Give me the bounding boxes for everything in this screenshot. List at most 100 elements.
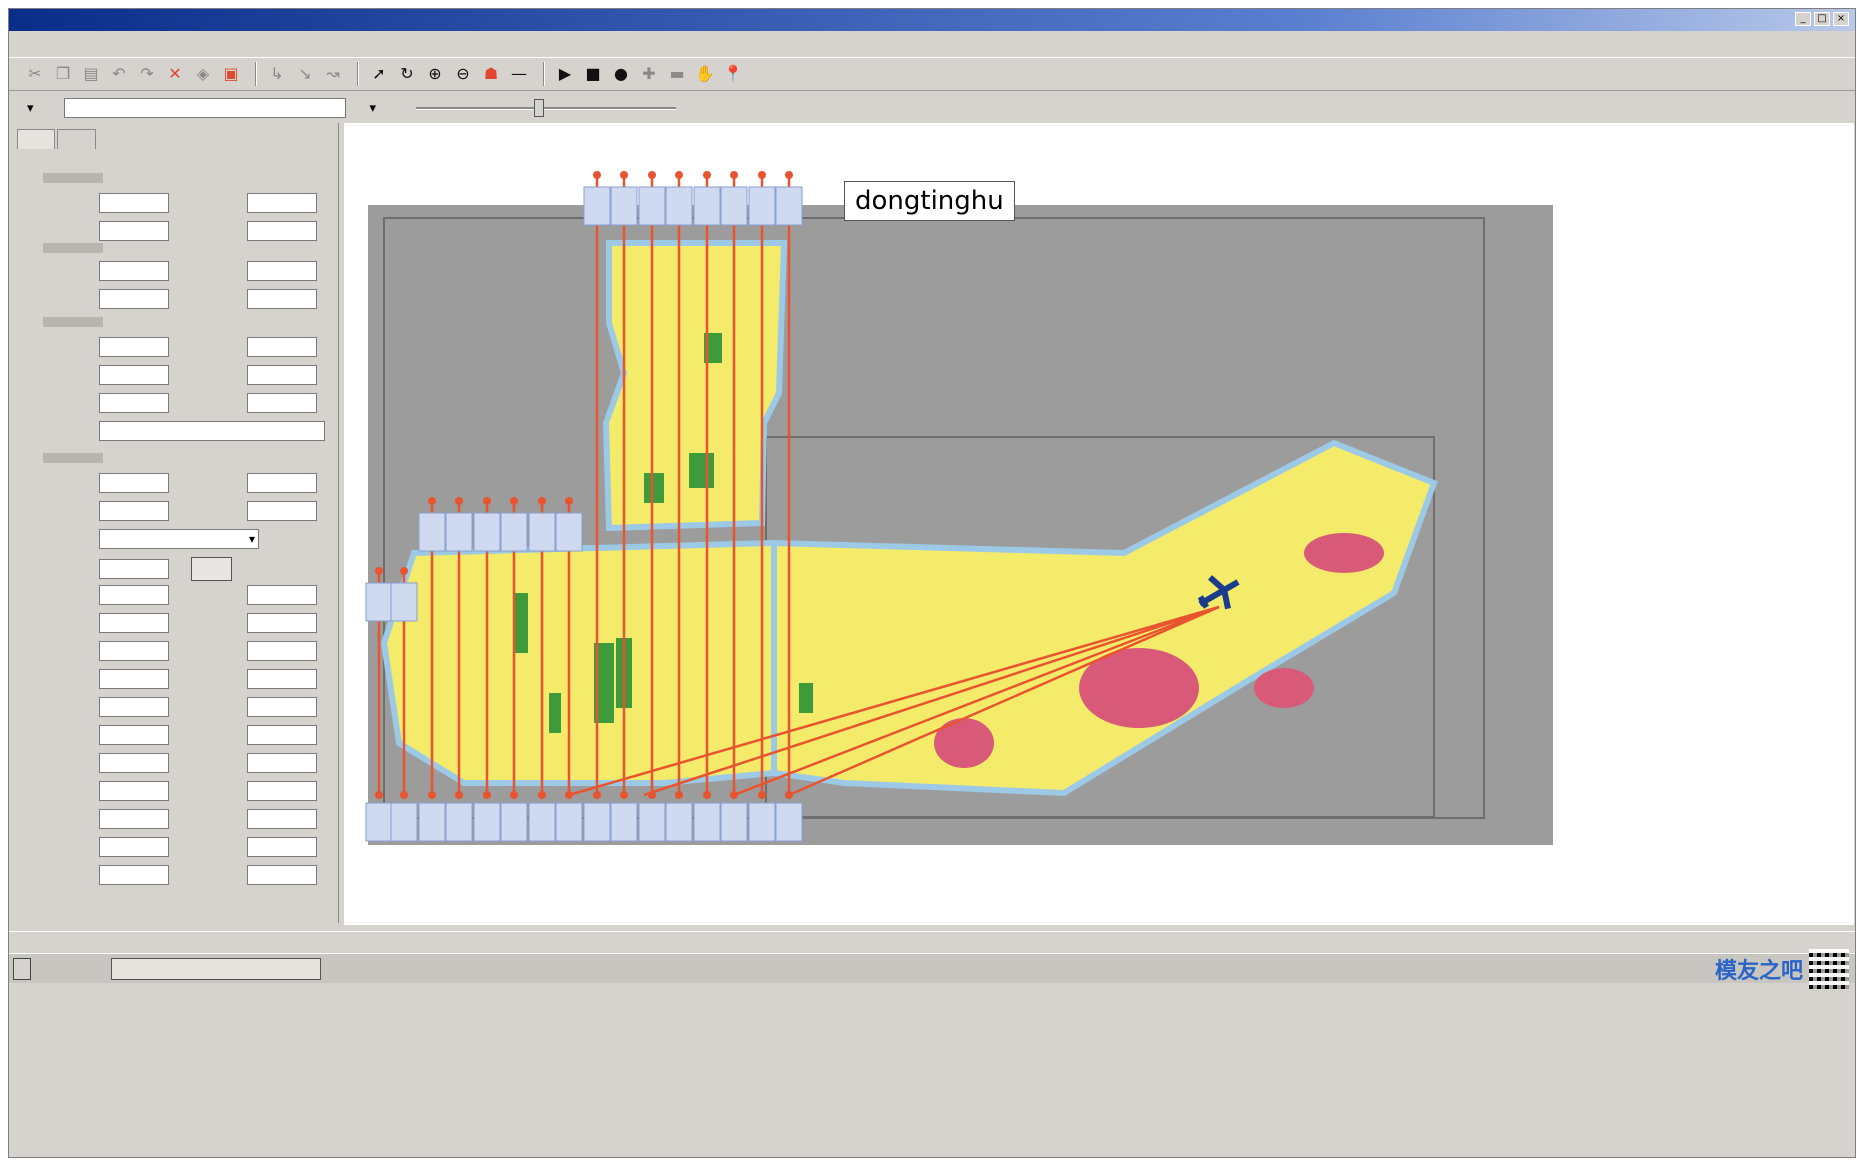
text-field[interactable] bbox=[99, 193, 169, 213]
layer-select[interactable] bbox=[63, 98, 346, 118]
curve-icon[interactable]: ↝ bbox=[321, 62, 345, 86]
waypoint-label-box bbox=[500, 512, 528, 552]
text-field[interactable] bbox=[247, 473, 317, 493]
play-icon[interactable]: ▶ bbox=[553, 62, 577, 86]
text-field[interactable] bbox=[247, 261, 317, 281]
minus-icon[interactable]: ▬ bbox=[665, 62, 689, 86]
text-field[interactable] bbox=[99, 261, 169, 281]
waypoint-label-box bbox=[583, 802, 611, 842]
waypoint-marker bbox=[758, 171, 766, 179]
text-field[interactable] bbox=[247, 809, 317, 829]
slider-thumb[interactable] bbox=[534, 99, 545, 117]
text-field[interactable] bbox=[99, 393, 169, 413]
waypoint-label-box bbox=[528, 512, 556, 552]
text-field[interactable] bbox=[247, 669, 317, 689]
layer-select-chevron-icon[interactable]: ▾ bbox=[27, 101, 34, 116]
waypoint-label-box bbox=[610, 186, 638, 226]
tab-2[interactable] bbox=[57, 129, 96, 149]
field-row bbox=[43, 641, 317, 661]
text-field[interactable] bbox=[99, 641, 169, 661]
speed-slider[interactable] bbox=[416, 98, 677, 118]
zoom-in-icon[interactable]: ⊕ bbox=[423, 62, 447, 86]
text-field[interactable] bbox=[99, 781, 169, 801]
group-label bbox=[43, 317, 103, 327]
undo-icon[interactable]: ↶ bbox=[107, 62, 131, 86]
text-field[interactable] bbox=[99, 669, 169, 689]
text-field[interactable] bbox=[99, 585, 169, 605]
waypoint-label-box bbox=[665, 186, 693, 226]
text-field[interactable] bbox=[247, 781, 317, 801]
minimize-button[interactable]: _ bbox=[1795, 12, 1811, 26]
text-field[interactable] bbox=[247, 289, 317, 309]
plus-icon[interactable]: ✚ bbox=[637, 62, 661, 86]
text-field[interactable] bbox=[99, 753, 169, 773]
save-icon[interactable]: ▣ bbox=[219, 62, 243, 86]
field-row bbox=[43, 473, 317, 493]
text-field[interactable] bbox=[99, 501, 169, 521]
tab-1[interactable] bbox=[17, 129, 56, 149]
paste-icon[interactable]: ▤ bbox=[79, 62, 103, 86]
toolbar-separator bbox=[357, 62, 359, 86]
field-row bbox=[43, 613, 317, 633]
text-field[interactable] bbox=[99, 809, 169, 829]
redo-icon[interactable]: ↷ bbox=[135, 62, 159, 86]
text-field[interactable] bbox=[247, 641, 317, 661]
text-field[interactable] bbox=[99, 289, 169, 309]
text-field[interactable] bbox=[247, 337, 317, 357]
text-field[interactable] bbox=[99, 725, 169, 745]
text-field[interactable] bbox=[247, 193, 317, 213]
text-field[interactable] bbox=[99, 473, 169, 493]
action-button[interactable] bbox=[191, 557, 232, 581]
start-button[interactable] bbox=[13, 957, 31, 980]
pointer-icon[interactable]: ➚ bbox=[367, 62, 391, 86]
text-field[interactable] bbox=[247, 221, 317, 241]
text-field[interactable] bbox=[99, 613, 169, 633]
disk-icon[interactable]: ◈ bbox=[191, 62, 215, 86]
dash-icon[interactable]: — bbox=[507, 62, 531, 86]
delete-icon[interactable]: ✕ bbox=[163, 62, 187, 86]
copy-icon[interactable]: ❐ bbox=[51, 62, 75, 86]
text-field[interactable] bbox=[99, 421, 325, 441]
waypoint-label-box bbox=[418, 802, 446, 842]
dropdown-select[interactable]: ▾ bbox=[99, 529, 259, 549]
stop-icon[interactable]: ■ bbox=[581, 62, 605, 86]
text-field[interactable] bbox=[99, 559, 169, 579]
taskbar-app-item[interactable] bbox=[111, 957, 321, 980]
record-icon[interactable]: ● bbox=[609, 62, 633, 86]
text-field[interactable] bbox=[247, 725, 317, 745]
cut-icon[interactable]: ✂ bbox=[23, 62, 47, 86]
text-field[interactable] bbox=[247, 697, 317, 717]
field-row bbox=[43, 781, 317, 801]
text-field[interactable] bbox=[99, 837, 169, 857]
rotate-icon[interactable]: ↻ bbox=[395, 62, 419, 86]
text-field[interactable] bbox=[247, 865, 317, 885]
pan-icon[interactable]: ✋ bbox=[693, 62, 717, 86]
text-field[interactable] bbox=[99, 697, 169, 717]
text-field[interactable] bbox=[247, 501, 317, 521]
text-field[interactable] bbox=[99, 865, 169, 885]
text-field[interactable] bbox=[247, 365, 317, 385]
text-field[interactable] bbox=[99, 365, 169, 385]
line-icon[interactable]: ↳ bbox=[265, 62, 289, 86]
map-canvas[interactable]: dongtinghu bbox=[344, 123, 1854, 925]
text-field[interactable] bbox=[99, 221, 169, 241]
text-field[interactable] bbox=[247, 753, 317, 773]
text-field[interactable] bbox=[247, 393, 317, 413]
text-field[interactable] bbox=[247, 837, 317, 857]
group-label bbox=[43, 243, 103, 253]
text-field[interactable] bbox=[247, 613, 317, 633]
pin-icon[interactable]: 📍 bbox=[721, 62, 745, 86]
waypoint-marker bbox=[455, 497, 463, 505]
system-tray: 模友之吧 bbox=[1715, 949, 1849, 989]
forest-patch bbox=[644, 473, 664, 503]
close-button[interactable]: × bbox=[1833, 12, 1849, 26]
text-field[interactable] bbox=[99, 337, 169, 357]
waypoint-label-box bbox=[638, 186, 666, 226]
arrow-icon[interactable]: ↘ bbox=[293, 62, 317, 86]
waypoint-marker bbox=[593, 171, 601, 179]
zoom-out-icon[interactable]: ⊖ bbox=[451, 62, 475, 86]
text-field[interactable] bbox=[247, 585, 317, 605]
maximize-button[interactable]: □ bbox=[1814, 12, 1830, 26]
figure-icon[interactable]: ☗ bbox=[479, 62, 503, 86]
waypoint-label-box bbox=[720, 802, 748, 842]
